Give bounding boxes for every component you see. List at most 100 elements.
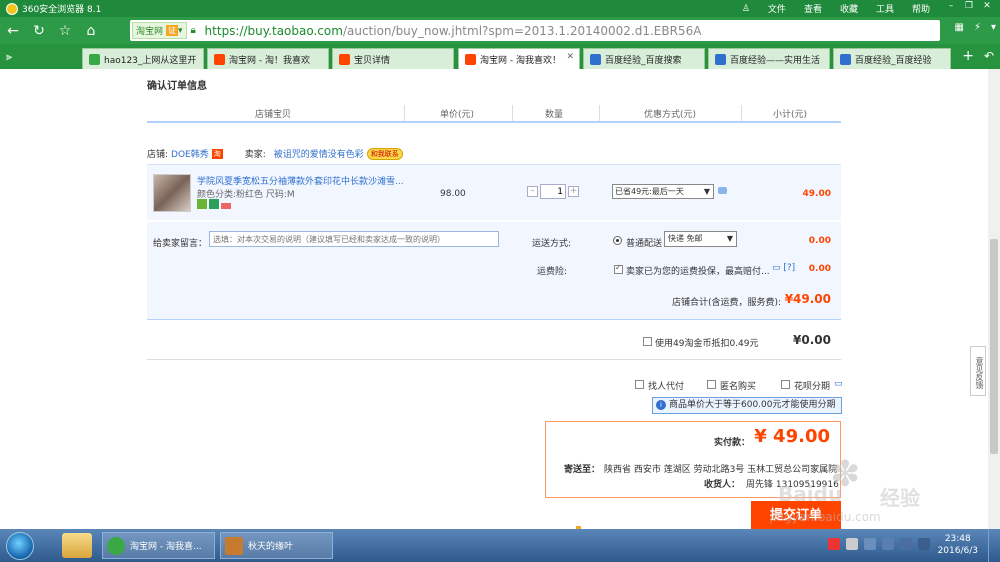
- shipping-address: 陕西省 西安市 莲湖区 劳动北路3号 玉林工贸总公司家属院: [604, 465, 838, 475]
- comment-icon[interactable]: ▭: [834, 379, 843, 389]
- system-tray: [822, 538, 930, 550]
- chevron-down-icon[interactable]: ▾: [991, 22, 996, 33]
- contact-seller-button[interactable]: 和我联系: [366, 147, 403, 160]
- volume-icon[interactable]: [900, 538, 912, 550]
- menu-bar: ♙ 文件 查看 收藏 工具 帮助: [724, 0, 930, 17]
- shipping-select[interactable]: 快递 免邮 ▼: [664, 231, 737, 247]
- apps-icon[interactable]: ▦: [954, 22, 963, 33]
- col-shop-item: 店铺宝贝: [255, 110, 292, 120]
- tab-favicon-icon: [465, 53, 476, 65]
- comment-icon[interactable]: ▭: [772, 263, 781, 273]
- shop-total-label: 店铺合计(含运费，服务费):: [671, 298, 781, 308]
- tab-taobao-1[interactable]: 淘宝网 - 淘！我喜欢: [207, 48, 329, 69]
- anonymous-label[interactable]: 匿名购买: [720, 379, 756, 392]
- col-quantity: 数量: [545, 110, 564, 120]
- menu-favorites[interactable]: 收藏: [840, 2, 858, 15]
- insurance-help[interactable]: ▭ [?]: [772, 263, 795, 273]
- menu-help[interactable]: 帮助: [912, 2, 930, 15]
- comment-icon[interactable]: [718, 187, 727, 194]
- feedback-button[interactable]: 意见反馈: [970, 346, 986, 396]
- menu-tools[interactable]: 工具: [876, 2, 894, 15]
- back-icon[interactable]: ←: [0, 20, 26, 42]
- new-tab-icon[interactable]: +: [962, 48, 974, 64]
- site-badge[interactable]: 淘宝网 证 ▾: [132, 22, 187, 39]
- quantity-stepper: – +: [527, 184, 579, 199]
- quantity-minus-button[interactable]: –: [527, 186, 538, 197]
- submit-order-button[interactable]: 提交订单: [751, 501, 841, 529]
- url-text[interactable]: https://buy.taobao.com/auction/buy_now.j…: [205, 24, 702, 38]
- display-icon[interactable]: [882, 538, 894, 550]
- tab-favicon-icon: [89, 53, 100, 65]
- tab-baidu-jingyan-2[interactable]: 百度经验_百度经验: [833, 48, 951, 69]
- installment-label[interactable]: 花呗分期: [794, 379, 830, 392]
- item-subtotal: 49.00: [802, 189, 831, 199]
- seller-name-link[interactable]: 被诅咒的爱情没有色彩: [274, 147, 364, 160]
- shipping-fee: 0.00: [808, 236, 831, 246]
- show-desktop-button[interactable]: [988, 529, 1000, 562]
- tray-arrow-icon[interactable]: [846, 538, 858, 550]
- anonymous-checkbox[interactable]: [707, 380, 716, 389]
- taskbar-item-browser[interactable]: 淘宝网 - 淘我喜...: [102, 532, 215, 559]
- tab-favicon-icon: [590, 53, 601, 65]
- shipping-radio[interactable]: [613, 236, 622, 245]
- coin-value: ¥0.00: [793, 333, 831, 347]
- address-label: 寄送至：: [564, 465, 601, 475]
- menu-file[interactable]: 文件: [768, 2, 786, 15]
- tab-baidu-search[interactable]: 百度经验_百度搜索: [583, 48, 705, 69]
- seller-message-input[interactable]: [209, 231, 499, 247]
- installment-checkbox[interactable]: [781, 380, 790, 389]
- start-button[interactable]: [6, 532, 34, 560]
- signal-icon[interactable]: [918, 538, 930, 550]
- item-thumbnail[interactable]: [153, 174, 191, 212]
- coin-deduction: 使用49淘金币抵扣0.49元 ¥0.00: [147, 324, 841, 360]
- tab-hao123[interactable]: hao123_上网从这里开: [82, 48, 204, 69]
- pay-for-me-checkbox[interactable]: [635, 380, 644, 389]
- quantity-plus-button[interactable]: +: [568, 186, 579, 197]
- menu-view[interactable]: 查看: [804, 2, 822, 15]
- coin-text: 使用49淘金币抵扣0.49元: [655, 339, 759, 349]
- home-icon[interactable]: ⌂: [78, 20, 104, 42]
- insurance-checkbox[interactable]: [614, 263, 623, 274]
- insurance-label: 运费险:: [537, 267, 568, 277]
- tab-baidu-jingyan[interactable]: 百度经验——实用生活: [708, 48, 830, 69]
- seven-day-return-icon: [209, 199, 219, 209]
- cert-badge: 证: [166, 25, 179, 36]
- nav-tools: ▦ ⚡ ▾: [944, 22, 996, 33]
- chevron-down-icon: ▼: [703, 187, 710, 196]
- folder-icon[interactable]: [62, 533, 92, 558]
- payment-options: 找人代付 匿名购买 花呗分期 ▭: [147, 379, 843, 393]
- restore-icon[interactable]: ❐: [960, 1, 978, 11]
- coin-checkbox[interactable]: [643, 337, 652, 346]
- taskbar-item-window[interactable]: 秋天的缘叶: [220, 532, 333, 559]
- nav-bar: ← ↻ ☆ ⌂ 淘宝网 证 ▾ 🔒︎ https://buy.taobao.co…: [0, 17, 1000, 44]
- input-method-icon[interactable]: [828, 538, 840, 550]
- shop-name-link[interactable]: DOE韩秀: [171, 147, 209, 160]
- user-icon[interactable]: ♙: [742, 4, 750, 14]
- clock[interactable]: 23:48 2016/6/3: [938, 533, 978, 557]
- taobao-icon: 淘: [211, 148, 223, 159]
- minimize-icon[interactable]: –: [942, 1, 960, 11]
- item-title-link[interactable]: 学院风夏季宽松五分袖薄款外套印花中长款沙滩雪...: [197, 174, 404, 187]
- shipping-option: 普通配送: [626, 239, 663, 249]
- refresh-icon[interactable]: ↻: [26, 20, 52, 42]
- scrollbar-thumb[interactable]: [990, 239, 998, 454]
- payment-summary: 实付款： ¥ 49.00 寄送至： 陕西省 西安市 莲湖区 劳动北路3号 玉林工…: [545, 421, 841, 498]
- pay-for-me-label[interactable]: 找人代付: [648, 379, 684, 392]
- discount-select[interactable]: 已省49元:最后一天 ▼: [612, 184, 714, 199]
- sidebar-toggle-icon[interactable]: ⫸: [6, 50, 12, 64]
- title-bar: 360安全浏览器 8.1 ♙ 文件 查看 收藏 工具 帮助 – ❐ ✕: [0, 0, 1000, 17]
- tab-close-icon[interactable]: ✕: [566, 52, 574, 62]
- tab-taobao-active[interactable]: 淘宝网 - 淘我喜欢！ ✕: [458, 48, 580, 69]
- favorite-star-icon[interactable]: ☆: [52, 20, 78, 42]
- network-icon[interactable]: [864, 538, 876, 550]
- lightning-icon[interactable]: ⚡: [974, 22, 981, 33]
- close-icon[interactable]: ✕: [978, 1, 996, 11]
- address-bar[interactable]: 淘宝网 证 ▾ 🔒︎ https://buy.taobao.com/auctio…: [130, 20, 940, 41]
- page-scrollbar[interactable]: [988, 69, 1000, 529]
- quantity-input[interactable]: [540, 184, 566, 199]
- browser-logo-icon: [6, 2, 18, 15]
- insurance-text: 卖家已为您的运费投保，最高赔付...: [626, 267, 770, 277]
- unit-price: 98.00: [440, 189, 466, 199]
- undo-close-icon[interactable]: ↶: [984, 49, 994, 63]
- tab-item-detail[interactable]: 宝贝详情: [332, 48, 454, 69]
